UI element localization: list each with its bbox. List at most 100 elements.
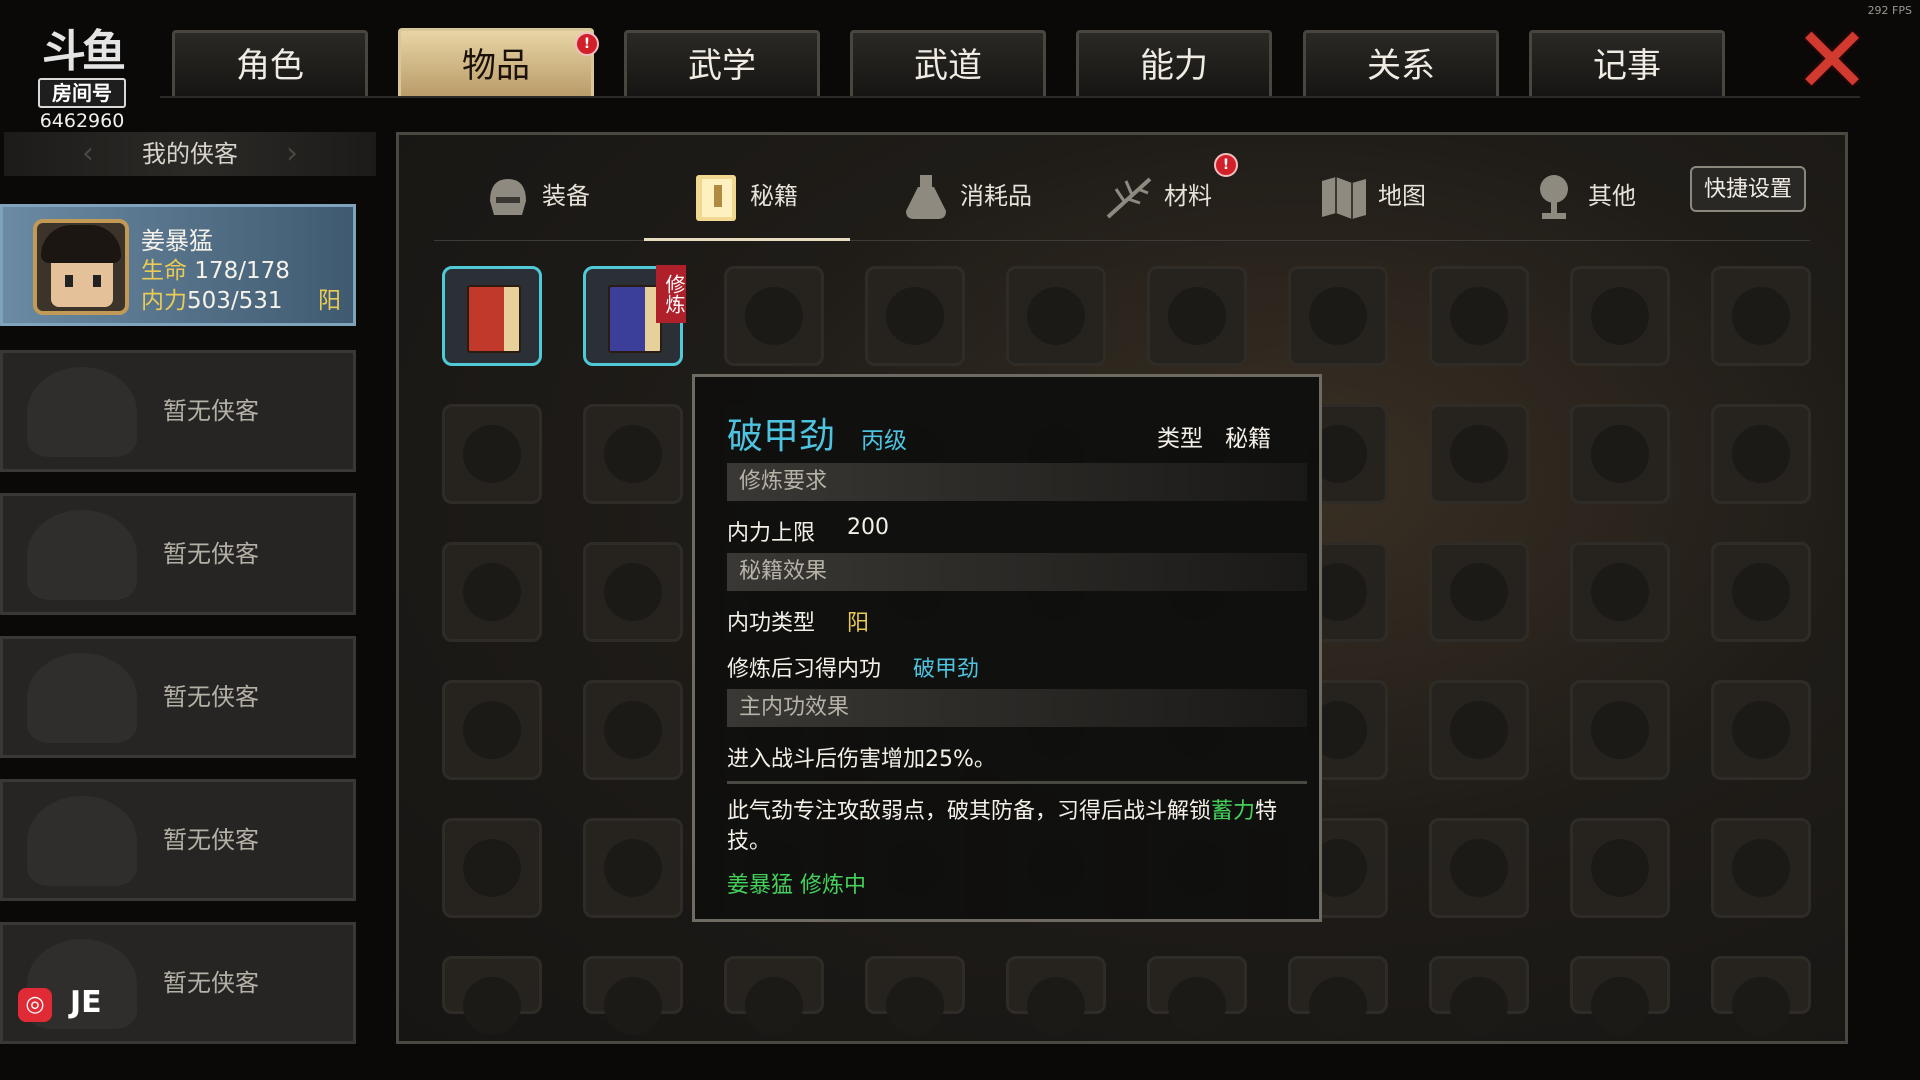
inventory-slot-empty[interactable] <box>1711 956 1811 1035</box>
inventory-slot-empty[interactable] <box>1429 542 1529 642</box>
inventory-slot-empty[interactable] <box>442 404 542 504</box>
inventory-slot-empty[interactable] <box>1288 266 1388 366</box>
item-tooltip: 破甲劲 丙级 类型 秘籍 修炼要求 内力上限 200 秘籍效果 内功类型 阳 修… <box>692 374 1322 922</box>
inventory-slot-empty[interactable] <box>442 542 542 642</box>
inventory-slot-empty[interactable] <box>1429 818 1529 918</box>
inventory-slot-empty[interactable] <box>1711 266 1811 366</box>
inventory-slot-empty[interactable] <box>1006 266 1106 366</box>
items-alert-icon: ! <box>575 32 599 56</box>
empty-slot-label: 暂无侠客 <box>163 969 259 997</box>
training-status: 姜暴猛 修炼中 <box>727 873 866 898</box>
empty-slot-label: 暂无侠客 <box>163 397 259 425</box>
inventory-slot-empty[interactable] <box>1711 542 1811 642</box>
book-icon <box>696 175 736 221</box>
subtab-materials[interactable]: 材料 <box>1104 146 1212 246</box>
training-badge: 修炼 <box>656 265 686 323</box>
inventory-slot-empty[interactable] <box>724 266 824 366</box>
neigong-type-value: 阳 <box>847 611 870 636</box>
tooltip-grade: 丙级 <box>861 428 907 454</box>
tooltip-divider <box>727 781 1307 784</box>
hero-slot-empty[interactable]: 暂无侠客 <box>0 779 356 901</box>
hero-slot-empty[interactable]: 暂无侠客 <box>0 636 356 758</box>
close-icon[interactable]: ✕ <box>1792 15 1872 107</box>
tooltip-type-value: 秘籍 <box>1225 426 1271 452</box>
hero-slot-empty[interactable]: 暂无侠客 <box>0 922 356 1044</box>
inventory-slot-empty[interactable] <box>583 956 683 1035</box>
inventory-slot-empty[interactable] <box>1288 956 1388 1035</box>
inventory-slot-empty[interactable] <box>442 956 542 1035</box>
inventory-slot-book-red[interactable] <box>442 266 542 366</box>
silhouette-icon <box>27 367 137 457</box>
tab-martial-way[interactable]: 武道 <box>850 30 1046 96</box>
subtab-label: 其他 <box>1588 182 1636 210</box>
inventory-slot-empty[interactable] <box>1006 956 1106 1035</box>
inventory-slot-empty[interactable] <box>583 542 683 642</box>
inventory-slot-empty[interactable] <box>1147 266 1247 366</box>
subtab-equipment[interactable]: 装备 <box>482 146 590 246</box>
next-arrow-icon[interactable]: › <box>286 132 298 176</box>
herb-icon <box>1106 177 1152 219</box>
subtab-label: 消耗品 <box>960 182 1032 210</box>
tab-abilities[interactable]: 能力 <box>1076 30 1272 96</box>
subtab-label: 秘籍 <box>750 182 798 210</box>
tab-relations[interactable]: 关系 <box>1303 30 1499 96</box>
inventory-slot-empty[interactable] <box>1570 680 1670 780</box>
inventory-slot-empty[interactable] <box>865 266 965 366</box>
inventory-slot-empty[interactable] <box>442 680 542 780</box>
tab-character[interactable]: 角色 <box>172 30 368 96</box>
book-icon <box>608 285 662 353</box>
subtab-manuals[interactable]: 秘籍 <box>690 146 798 246</box>
watermark-text: JE <box>70 985 102 1020</box>
subtab-maps[interactable]: 地图 <box>1318 146 1426 246</box>
room-number: 6462960 <box>39 110 125 132</box>
inventory-slot-empty[interactable] <box>724 956 824 1035</box>
inventory-slot-empty[interactable] <box>1570 956 1670 1035</box>
hero-slot-empty[interactable]: 暂无侠客 <box>0 493 356 615</box>
logo-title: 斗鱼 <box>42 26 126 77</box>
inventory-slot-empty[interactable] <box>865 956 965 1035</box>
tab-journal[interactable]: 记事 <box>1529 30 1725 96</box>
neigong-type-label: 内功类型 <box>727 611 816 636</box>
quick-settings-button[interactable]: 快捷设置 <box>1690 166 1806 212</box>
subtab-consumables[interactable]: 消耗品 <box>900 146 1032 246</box>
inventory-slot-empty[interactable] <box>1711 818 1811 918</box>
empty-slot-label: 暂无侠客 <box>163 540 259 568</box>
inventory-slot-empty[interactable] <box>1570 818 1670 918</box>
inventory-slot-empty[interactable] <box>1711 680 1811 780</box>
prev-arrow-icon[interactable]: ‹ <box>82 132 94 176</box>
potion-icon <box>906 175 946 219</box>
inventory-slot-empty[interactable] <box>1429 266 1529 366</box>
inventory-slot-empty[interactable] <box>1711 404 1811 504</box>
tab-martial-arts[interactable]: 武学 <box>624 30 820 96</box>
inventory-slot-empty[interactable] <box>1570 404 1670 504</box>
learned-value: 破甲劲 <box>913 657 980 682</box>
inventory-slot-book-blue[interactable]: 修炼 <box>583 265 686 366</box>
silhouette-icon <box>27 796 137 886</box>
inventory-slot-empty[interactable] <box>1570 542 1670 642</box>
subtab-others[interactable]: 其他 <box>1528 146 1636 246</box>
my-heroes-header: ‹ 我的侠客 › <box>4 132 376 176</box>
hero-slot-empty[interactable]: 暂无侠客 <box>0 350 356 472</box>
hero-card-active[interactable]: 姜暴猛 生命 178/178 内力503/531 阳 <box>0 204 356 326</box>
inventory-slot-empty[interactable] <box>583 404 683 504</box>
fps-counter: 292 FPS <box>1867 4 1912 17</box>
silhouette-icon <box>27 653 137 743</box>
inventory-slot-empty[interactable] <box>583 680 683 780</box>
inventory-slot-empty[interactable] <box>1429 956 1529 1035</box>
inventory-slot-empty[interactable] <box>583 818 683 918</box>
room-label: 房间号 <box>38 78 126 108</box>
active-subtab-indicator <box>644 238 850 241</box>
subtab-divider <box>434 240 1810 241</box>
inventory-slot-empty[interactable] <box>1429 680 1529 780</box>
inventory-slot-empty[interactable] <box>1429 404 1529 504</box>
inventory-slot-empty[interactable] <box>1570 266 1670 366</box>
book-icon <box>467 285 521 353</box>
my-heroes-label: 我的侠客 <box>142 140 238 168</box>
inventory-slot-empty[interactable] <box>442 818 542 918</box>
inventory-slot-empty[interactable] <box>1147 956 1247 1035</box>
section-requirement: 修炼要求 <box>727 463 1307 501</box>
subtab-label: 装备 <box>542 182 590 210</box>
hero-avatar <box>33 219 129 315</box>
hero-mp: 内力503/531 <box>141 281 283 315</box>
tab-items[interactable]: 物品 <box>398 28 594 98</box>
